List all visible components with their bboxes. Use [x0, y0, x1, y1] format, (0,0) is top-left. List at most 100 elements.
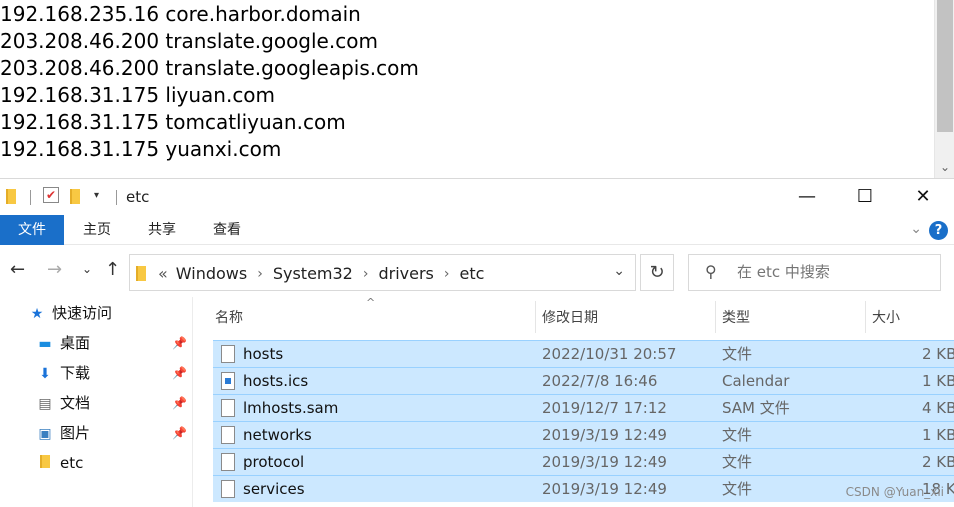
breadcrumb-item[interactable]: etc [459, 264, 484, 283]
nav-item-documents[interactable]: ▤ 文档 [36, 389, 90, 417]
file-row[interactable]: networks 2019/3/19 12:49 文件 1 KB [213, 421, 954, 448]
expand-ribbon-icon[interactable]: ⌄ [910, 221, 922, 237]
pin-icon[interactable]: 📌 [172, 366, 187, 380]
file-name: services [243, 480, 305, 498]
file-icon [221, 480, 235, 498]
address-dropdown-icon[interactable]: ⌄ [613, 263, 625, 279]
editor-line[interactable]: 192.168.31.175 yuanxi.com [0, 136, 281, 163]
nav-item-label: 图片 [60, 424, 91, 442]
file-size: 1 KB [922, 426, 954, 444]
nav-item-label: etc [60, 454, 84, 472]
picture-icon: ▣ [38, 426, 52, 442]
file-name: lmhosts.sam [243, 399, 339, 417]
column-header-type[interactable]: 类型 [716, 306, 750, 330]
navigation-bar: ← → ⌄ ↑ « Windows › System32 › drivers ›… [0, 245, 954, 297]
help-icon[interactable]: ? [929, 221, 948, 240]
file-name: hosts [243, 345, 284, 363]
file-size: 4 KB [922, 399, 954, 417]
refresh-button[interactable]: ↻ [640, 254, 674, 291]
address-bar[interactable]: « Windows › System32 › drivers › etc ⌄ [129, 254, 636, 291]
editor-line[interactable]: 192.168.235.16 core.harbor.domain [0, 1, 361, 28]
close-button[interactable]: ✕ [894, 179, 952, 215]
file-explorer-window: ✔ ▾ etc — ☐ ✕ 文件 主页 共享 查看 ⌄ ? ← → ⌄ ↑ « … [0, 178, 954, 507]
file-row[interactable]: lmhosts.sam 2019/12/7 17:12 SAM 文件 4 KB [213, 394, 954, 421]
search-icon: ⚲ [705, 262, 717, 281]
file-date: 2019/3/19 12:49 [542, 480, 667, 498]
back-arrow-icon[interactable]: ← [10, 259, 25, 280]
desktop-icon: ▬ [38, 336, 52, 352]
file-size: 2 KB [922, 345, 954, 363]
properties-icon[interactable]: ✔ [43, 187, 59, 203]
column-header-row: ^ 名称 修改日期 类型 大小 [193, 296, 954, 339]
file-date: 2019/3/19 12:49 [542, 453, 667, 471]
file-size: 2 KB [922, 453, 954, 471]
nav-item-downloads[interactable]: ⬇ 下载 [36, 359, 90, 387]
file-date: 2022/7/8 16:46 [542, 372, 658, 390]
file-type: 文件 [722, 345, 753, 363]
file-date: 2022/10/31 20:57 [542, 345, 677, 363]
column-header-size[interactable]: 大小 [866, 306, 900, 330]
file-list: ^ 名称 修改日期 类型 大小 hosts 2022/10/31 20:57 文… [193, 296, 954, 507]
editor-line[interactable]: 203.208.46.200 translate.google.com [0, 28, 378, 55]
editor-line[interactable]: 192.168.31.175 tomcatliyuan.com [0, 109, 346, 136]
scrollbar-thumb[interactable] [937, 0, 953, 132]
nav-item-desktop[interactable]: ▬ 桌面 [36, 329, 90, 357]
chevron-right-icon[interactable]: › [257, 266, 263, 282]
watermark: CSDN @Yuan_xii [845, 485, 944, 499]
tab-share[interactable]: 共享 [137, 215, 187, 245]
breadcrumb-item[interactable]: System32 [273, 264, 353, 283]
file-icon [221, 345, 235, 363]
recent-locations-chevron-icon[interactable]: ⌄ [82, 262, 92, 276]
file-row[interactable]: services 2019/3/19 12:49 文件 18 KB [213, 475, 954, 502]
chevron-right-icon[interactable]: › [363, 266, 369, 282]
column-header-date[interactable]: 修改日期 [536, 306, 598, 330]
editor-line[interactable]: 203.208.46.200 translate.googleapis.com [0, 55, 419, 82]
file-row[interactable]: hosts 2022/10/31 20:57 文件 2 KB [213, 340, 954, 367]
divider [116, 190, 117, 205]
navigation-pane: ★ 快速访问 ▬ 桌面 📌 ⬇ 下载 📌 ▤ 文档 📌 ▣ 图片 📌 etc [0, 297, 193, 507]
search-box[interactable]: ⚲ [688, 254, 941, 291]
file-row[interactable]: hosts.ics 2022/7/8 16:46 Calendar 1 KB [213, 367, 954, 394]
file-icon [221, 453, 235, 471]
nav-item-quick-access[interactable]: ★ 快速访问 [28, 299, 112, 327]
minimize-button[interactable]: — [778, 179, 836, 215]
file-name: networks [243, 426, 312, 444]
file-icon [221, 426, 235, 444]
forward-arrow-icon[interactable]: → [47, 259, 62, 280]
tab-view[interactable]: 查看 [202, 215, 252, 245]
file-icon [221, 399, 235, 417]
pin-icon[interactable]: 📌 [172, 426, 187, 440]
nav-item-etc[interactable]: etc [36, 449, 83, 477]
new-folder-icon[interactable] [70, 189, 80, 208]
file-name: protocol [243, 453, 305, 471]
pin-icon[interactable]: 📌 [172, 336, 187, 350]
tab-home[interactable]: 主页 [72, 215, 122, 245]
text-editor[interactable]: 192.168.235.16 core.harbor.domain 203.20… [0, 0, 954, 178]
quick-access-dropdown-icon[interactable]: ▾ [94, 190, 99, 201]
nav-item-label: 下载 [60, 364, 91, 382]
scroll-down-icon[interactable]: ⌄ [935, 156, 954, 178]
column-header-name[interactable]: 名称 [209, 306, 243, 330]
window-title: etc [126, 188, 150, 206]
folder-icon [136, 266, 146, 281]
divider [30, 190, 31, 205]
nav-item-pictures[interactable]: ▣ 图片 [36, 419, 90, 447]
file-name: hosts.ics [243, 372, 309, 390]
editor-scrollbar[interactable]: ⌄ [934, 0, 954, 178]
pin-icon[interactable]: 📌 [172, 396, 187, 410]
editor-line[interactable]: 192.168.31.175 liyuan.com [0, 82, 275, 109]
chevron-right-icon[interactable]: › [444, 266, 450, 282]
breadcrumb-overflow[interactable]: « [158, 264, 168, 283]
download-icon: ⬇ [39, 366, 51, 382]
document-icon: ▤ [38, 396, 52, 412]
file-type: Calendar [722, 372, 790, 390]
search-input[interactable] [737, 263, 927, 281]
file-type: SAM 文件 [722, 399, 790, 417]
tab-file[interactable]: 文件 [0, 215, 64, 245]
folder-icon [36, 450, 54, 478]
up-arrow-icon[interactable]: ↑ [105, 259, 120, 280]
breadcrumb-item[interactable]: Windows [176, 264, 247, 283]
breadcrumb-item[interactable]: drivers [378, 264, 433, 283]
file-row[interactable]: protocol 2019/3/19 12:49 文件 2 KB [213, 448, 954, 475]
maximize-button[interactable]: ☐ [836, 179, 894, 215]
